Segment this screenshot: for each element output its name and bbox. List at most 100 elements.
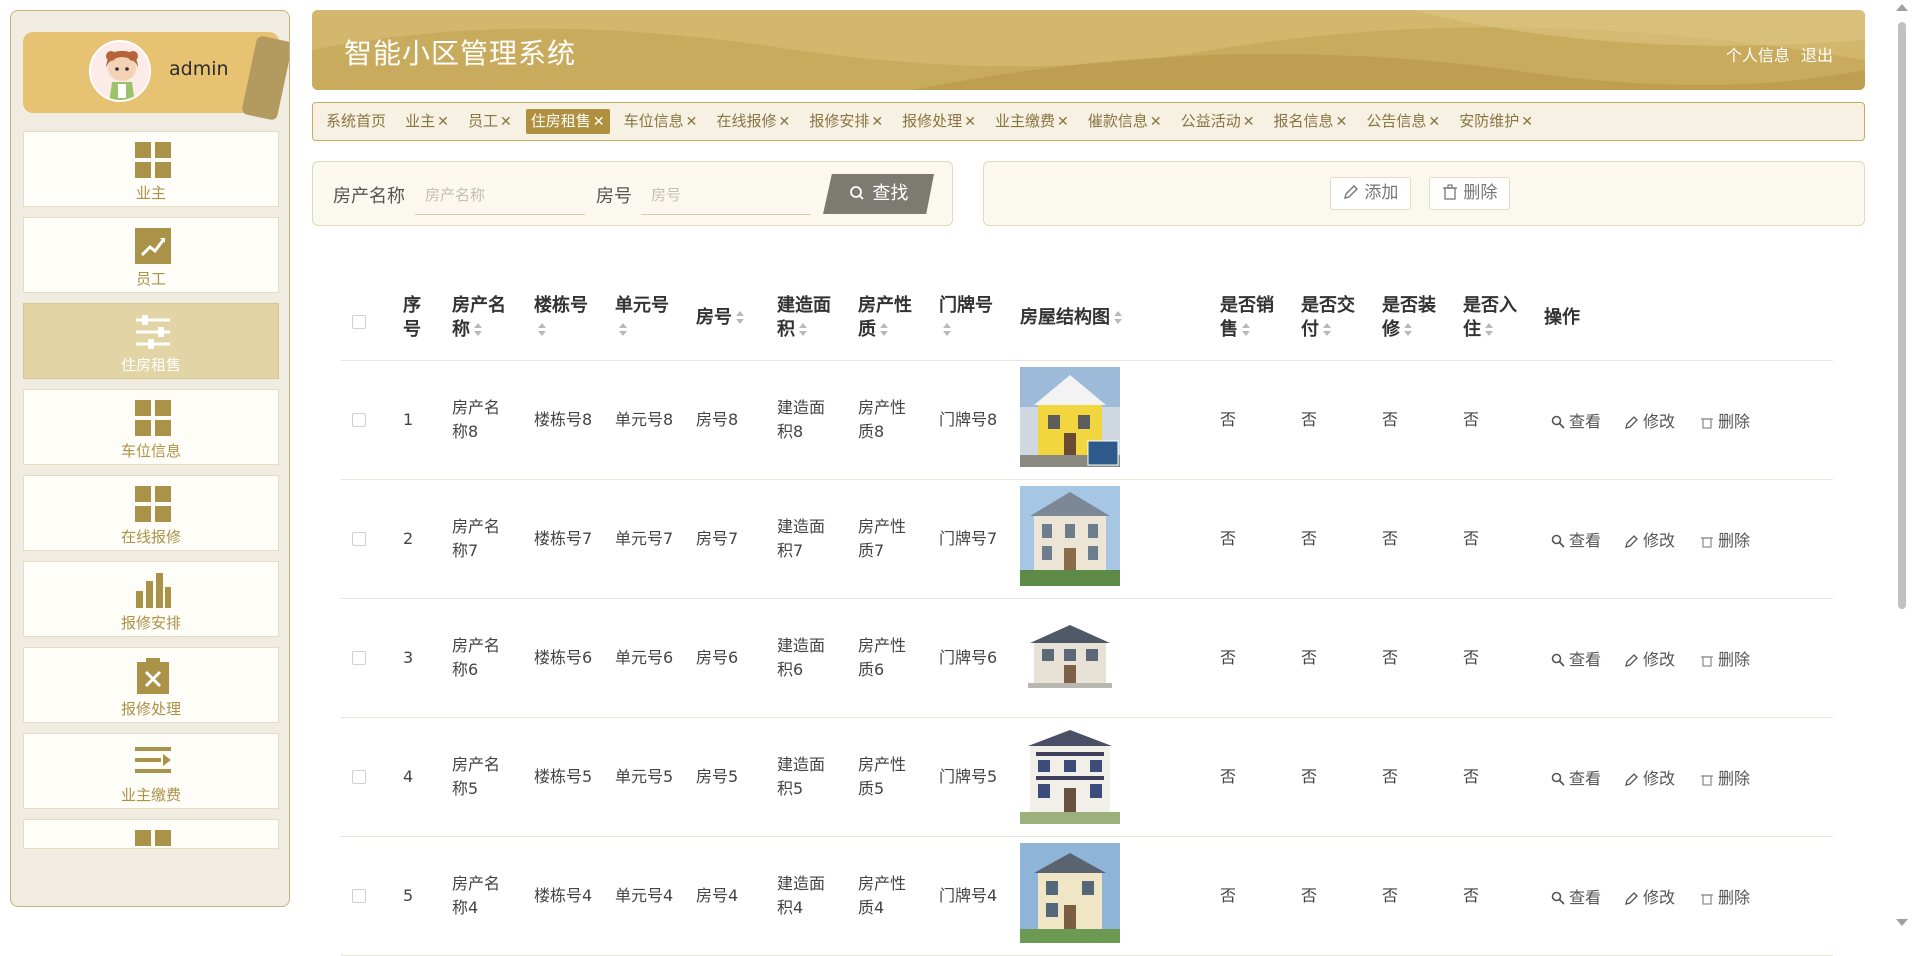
close-icon[interactable]: ✕ — [779, 114, 791, 130]
sort-icon[interactable] — [1114, 311, 1122, 325]
row-checkbox[interactable] — [352, 413, 366, 427]
logout-link[interactable]: 退出 — [1801, 46, 1833, 65]
sort-icon[interactable] — [943, 323, 951, 337]
edit-link[interactable]: 修改 — [1625, 765, 1675, 789]
view-link[interactable]: 查看 — [1551, 527, 1601, 551]
close-icon[interactable]: ✕ — [1150, 114, 1162, 130]
delete-link[interactable]: 删除 — [1700, 408, 1750, 432]
close-icon[interactable]: ✕ — [1243, 114, 1255, 130]
tab-staff[interactable]: 员工✕ — [463, 109, 517, 134]
sort-icon[interactable] — [619, 323, 627, 337]
house-image[interactable] — [1020, 605, 1120, 705]
sort-icon[interactable] — [880, 323, 888, 337]
close-icon[interactable]: ✕ — [1057, 114, 1069, 130]
row-checkbox[interactable] — [352, 770, 366, 784]
sidebar-item-repair-schedule[interactable]: 报修安排 — [23, 561, 279, 637]
tab-parking[interactable]: 车位信息✕ — [619, 109, 703, 134]
close-icon[interactable]: ✕ — [686, 114, 698, 130]
row-checkbox[interactable] — [352, 889, 366, 903]
sort-icon[interactable] — [538, 323, 546, 337]
edit-link[interactable]: 修改 — [1625, 527, 1675, 551]
tab-charity[interactable]: 公益活动✕ — [1176, 109, 1260, 134]
tab-payment[interactable]: 业主缴费✕ — [990, 109, 1074, 134]
edit-link[interactable]: 修改 — [1625, 884, 1675, 908]
sort-icon[interactable] — [1404, 323, 1412, 337]
tab-dunning[interactable]: 催款信息✕ — [1083, 109, 1167, 134]
delete-button[interactable]: 删除 — [1429, 177, 1510, 210]
sidebar-item-parking[interactable]: 车位信息 — [23, 389, 279, 465]
close-icon[interactable]: ✕ — [500, 114, 512, 130]
col-header[interactable]: 是否销售 — [1220, 294, 1280, 342]
sort-icon[interactable] — [474, 323, 482, 337]
tab-repair-handle[interactable]: 报修处理✕ — [897, 109, 981, 134]
tab-repair-schedule[interactable]: 报修安排✕ — [804, 109, 888, 134]
tab-repair-online[interactable]: 在线报修✕ — [711, 109, 795, 134]
tab-owner[interactable]: 业主✕ — [400, 109, 454, 134]
close-icon[interactable]: ✕ — [1428, 114, 1440, 130]
select-all-checkbox[interactable] — [352, 315, 366, 329]
sidebar-item-more[interactable] — [23, 819, 279, 849]
col-header[interactable]: 是否装修 — [1382, 294, 1442, 342]
sidebar-item-payment[interactable]: 业主缴费 — [23, 733, 279, 809]
sort-icon[interactable] — [1485, 323, 1493, 337]
col-header[interactable]: 单元号 — [615, 294, 675, 342]
view-link[interactable]: 查看 — [1551, 408, 1601, 432]
tab-home[interactable]: 系统首页 — [321, 109, 391, 134]
sort-icon[interactable] — [799, 323, 807, 337]
scroll-up-arrow[interactable] — [1896, 4, 1908, 11]
sort-icon[interactable] — [736, 311, 744, 325]
tab-notice[interactable]: 公告信息✕ — [1361, 109, 1445, 134]
profile-link[interactable]: 个人信息 — [1726, 46, 1790, 65]
house-image[interactable] — [1020, 367, 1120, 467]
col-header[interactable]: 房屋结构图 — [1020, 306, 1170, 330]
sidebar-item-repair-online[interactable]: 在线报修 — [23, 475, 279, 551]
sidebar-item-repair-handle[interactable]: 报修处理 — [23, 647, 279, 723]
delete-link[interactable]: 删除 — [1700, 646, 1750, 670]
close-icon[interactable]: ✕ — [1336, 114, 1348, 130]
house-image[interactable] — [1020, 486, 1120, 586]
edit-link[interactable]: 修改 — [1625, 646, 1675, 670]
edit-link[interactable]: 修改 — [1625, 408, 1675, 432]
delete-link[interactable]: 删除 — [1700, 527, 1750, 551]
close-icon[interactable]: ✕ — [964, 114, 976, 130]
col-header[interactable]: 是否入住 — [1463, 294, 1523, 342]
sort-icon[interactable] — [1242, 323, 1250, 337]
delete-link[interactable]: 删除 — [1700, 884, 1750, 908]
col-header[interactable]: 建造面积 — [777, 294, 837, 342]
sidebar-item-staff[interactable]: 员工 — [23, 217, 279, 293]
col-header[interactable]: 房产性质 — [858, 294, 918, 342]
add-button[interactable]: 添加 — [1330, 177, 1411, 210]
sidebar-item-owner[interactable]: 业主 — [23, 131, 279, 207]
delete-link[interactable]: 删除 — [1700, 765, 1750, 789]
close-icon[interactable]: ✕ — [593, 114, 605, 130]
col-header[interactable]: 是否交付 — [1301, 294, 1361, 342]
avatar[interactable] — [89, 40, 151, 102]
view-link[interactable]: 查看 — [1551, 765, 1601, 789]
name-search-input[interactable] — [415, 175, 585, 215]
close-icon[interactable]: ✕ — [437, 114, 449, 130]
close-icon[interactable]: ✕ — [871, 114, 883, 130]
col-header[interactable]: 房产名称 — [452, 294, 512, 342]
house-image[interactable] — [1020, 724, 1120, 824]
tab-signup[interactable]: 报名信息✕ — [1269, 109, 1353, 134]
room-search-input[interactable] — [641, 175, 811, 215]
row-checkbox[interactable] — [352, 651, 366, 665]
search-button[interactable]: 查找 — [823, 174, 934, 214]
tab-security[interactable]: 安防维护✕ — [1454, 109, 1538, 134]
vertical-scrollbar[interactable] — [1898, 22, 1906, 609]
house-image[interactable] — [1020, 843, 1120, 943]
col-header[interactable]: 楼栋号 — [534, 294, 594, 342]
sort-icon[interactable] — [1323, 323, 1331, 337]
col-header[interactable]: 门牌号 — [939, 294, 999, 342]
sidebar-item-housing[interactable]: 住房租售 — [23, 303, 279, 379]
scroll-down-arrow[interactable] — [1896, 919, 1908, 926]
view-link[interactable]: 查看 — [1551, 884, 1601, 908]
tab-housing[interactable]: 住房租售✕ — [526, 109, 610, 134]
row-checkbox[interactable] — [352, 532, 366, 546]
cell-index: 5 — [403, 884, 413, 908]
user-card: admin — [23, 32, 279, 113]
user-card-tab — [241, 35, 290, 121]
close-icon[interactable]: ✕ — [1521, 114, 1533, 130]
view-link[interactable]: 查看 — [1551, 646, 1601, 670]
col-header[interactable]: 房号 — [696, 306, 756, 330]
